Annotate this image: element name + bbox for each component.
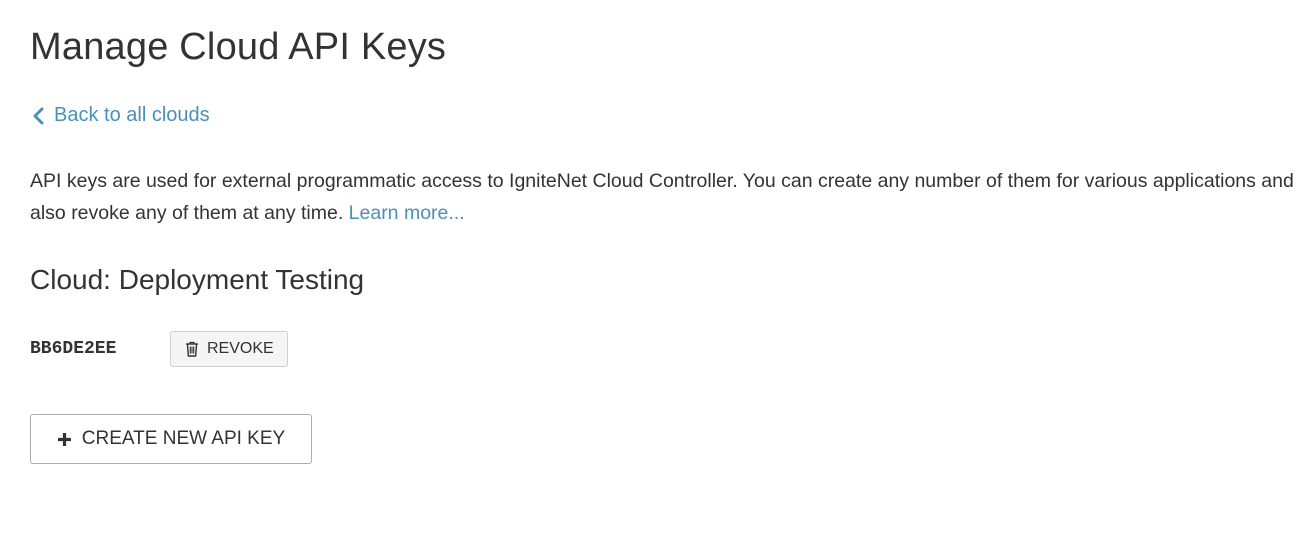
create-api-key-button[interactable]: CREATE NEW API KEY <box>30 414 312 464</box>
back-to-clouds-link[interactable]: Back to all clouds <box>30 104 210 127</box>
trash-icon <box>184 340 200 358</box>
create-api-key-label: CREATE NEW API KEY <box>81 428 286 449</box>
manage-api-keys-page: Manage Cloud API Keys Back to all clouds… <box>0 0 1304 542</box>
revoke-button[interactable]: REVOKE <box>170 331 288 367</box>
back-link-label: Back to all clouds <box>54 104 210 126</box>
revoke-label: REVOKE <box>207 340 274 357</box>
api-key-value: BB6DE2EE <box>30 339 117 359</box>
api-key-row: BB6DE2EE REVOKE <box>30 331 288 367</box>
description-paragraph: API keys are used for external programma… <box>30 165 1300 229</box>
plus-icon <box>57 431 73 447</box>
chevron-left-icon <box>30 106 46 126</box>
cloud-heading: Cloud: Deployment Testing <box>30 264 365 295</box>
description-text: API keys are used for external programma… <box>30 170 1294 224</box>
learn-more-link[interactable]: Learn more... <box>349 202 465 224</box>
page-title: Manage Cloud API Keys <box>30 26 447 68</box>
